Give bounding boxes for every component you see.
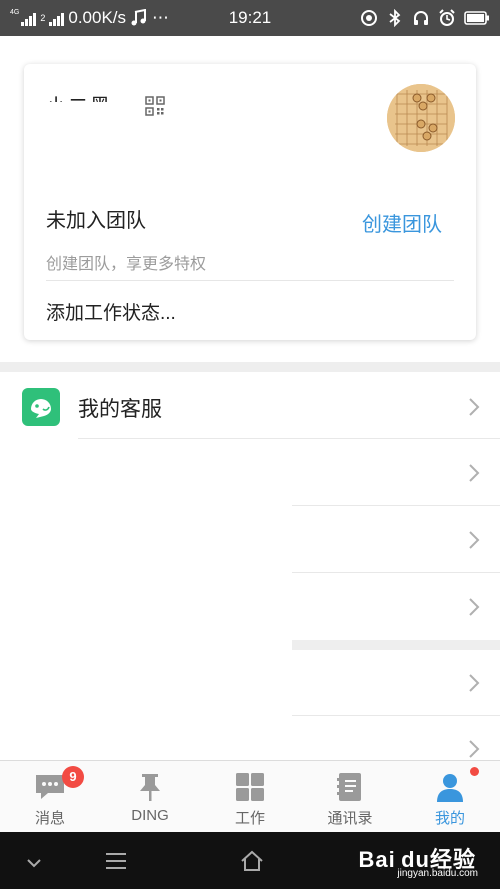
- divider: [46, 280, 454, 281]
- tab-label: 消息: [34, 810, 65, 827]
- divider: [292, 715, 500, 716]
- menu-item-5[interactable]: [0, 650, 500, 716]
- profile-card[interactable]: 小二黑: [24, 64, 476, 340]
- music-icon: [131, 9, 147, 26]
- chevron-right-icon: [469, 740, 480, 758]
- section-divider: [0, 362, 500, 372]
- chevron-right-icon: [469, 398, 480, 416]
- create-team-link[interactable]: 创建团队: [362, 208, 442, 237]
- bottom-tab-bar: 9 消息 DING 工作 通讯录 我的: [0, 760, 500, 832]
- location-icon: [361, 10, 377, 26]
- tab-work[interactable]: 工作: [200, 761, 300, 832]
- tab-label: 我的: [434, 810, 465, 827]
- menu-icon[interactable]: [104, 850, 128, 872]
- me-page: 小二黑: [0, 36, 500, 760]
- menu-item-3[interactable]: [0, 507, 500, 573]
- tab-label: 工作: [234, 810, 265, 827]
- pin-icon: [140, 774, 160, 801]
- section-divider: [292, 640, 500, 650]
- menu-item-6[interactable]: [0, 717, 500, 760]
- grid-icon: [236, 773, 264, 801]
- notification-dot: [470, 767, 479, 776]
- tab-me[interactable]: 我的: [400, 761, 500, 832]
- status-bar: 4G 2 0.00K/s ⋯ 19:21: [0, 0, 500, 36]
- team-hint: 创建团队，享更多特权: [46, 256, 207, 273]
- menu-item-4[interactable]: [0, 574, 500, 640]
- system-nav-bar: Bai du经验 jingyan.baidu.com: [0, 832, 500, 889]
- contacts-icon: [337, 773, 361, 801]
- watermark-url: jingyan.baidu.com: [397, 868, 478, 879]
- tab-label: DING: [131, 807, 169, 824]
- tab-ding[interactable]: DING: [100, 761, 200, 832]
- bluetooth-icon: [389, 9, 401, 27]
- tab-messages[interactable]: 9 消息: [0, 761, 100, 832]
- menu-item-2[interactable]: [0, 440, 500, 506]
- signal-icon: [21, 10, 37, 26]
- add-work-status[interactable]: 添加工作状态...: [46, 298, 176, 325]
- sim-tag: 2: [40, 13, 46, 23]
- network-type: 4G: [10, 8, 20, 16]
- person-icon: [437, 774, 463, 802]
- home-icon[interactable]: [240, 850, 264, 872]
- tab-label: 通讯录: [327, 810, 373, 827]
- avatar[interactable]: [387, 84, 455, 152]
- more-indicator: ⋯: [152, 8, 170, 27]
- user-name: 小二黑: [46, 90, 112, 102]
- alarm-icon: [439, 9, 455, 26]
- battery-icon: [464, 11, 489, 25]
- unread-badge: 9: [62, 766, 84, 788]
- divider: [78, 438, 500, 439]
- team-status: 未加入团队: [46, 210, 146, 232]
- chevron-right-icon: [469, 464, 480, 482]
- chevron-down-icon[interactable]: [22, 854, 46, 876]
- menu-item-customer-service[interactable]: 我的客服: [0, 374, 500, 440]
- chevron-right-icon: [469, 531, 480, 549]
- menu-item-label: 我的客服: [78, 398, 162, 421]
- customer-service-icon: [22, 388, 60, 426]
- chess-board-icon: [387, 84, 455, 152]
- headphone-icon: [414, 11, 428, 25]
- signal-icon-2: [49, 10, 65, 26]
- divider: [292, 572, 500, 573]
- tab-contacts[interactable]: 通讯录: [300, 761, 400, 832]
- net-speed: 0.00K/s: [68, 8, 127, 27]
- divider: [292, 505, 500, 506]
- qr-code-icon[interactable]: [145, 96, 165, 116]
- chevron-right-icon: [469, 598, 480, 616]
- chevron-right-icon: [469, 674, 480, 692]
